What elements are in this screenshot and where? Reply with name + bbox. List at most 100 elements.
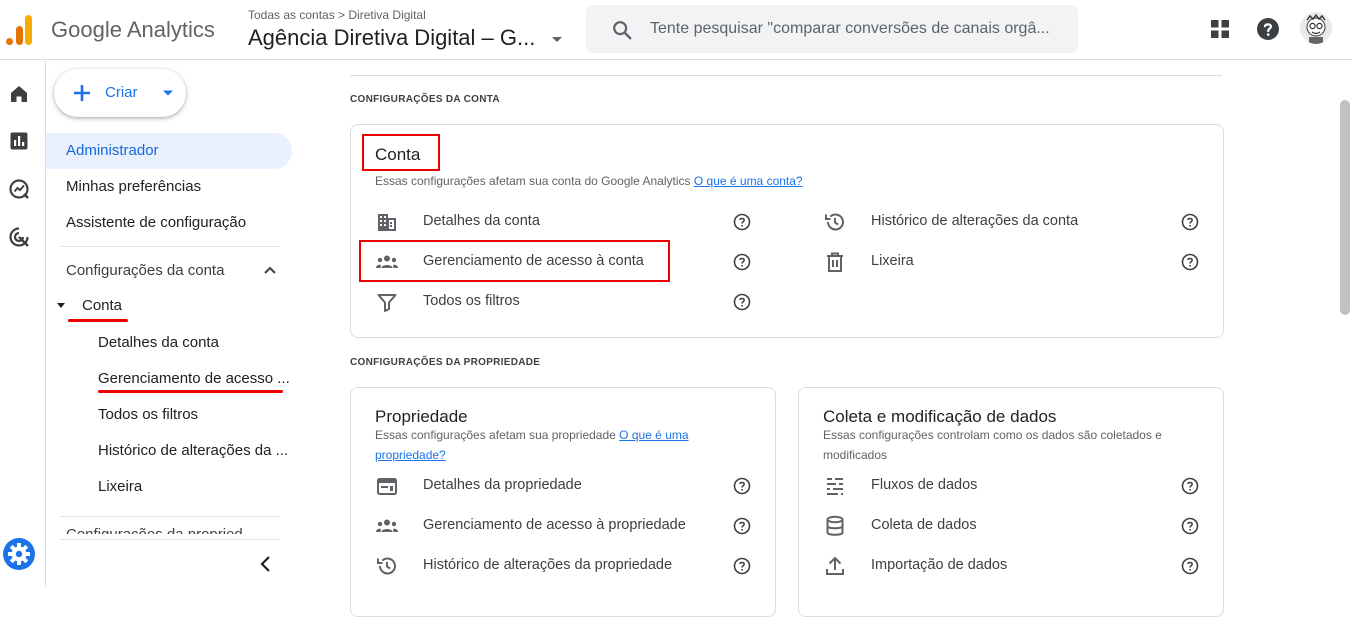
home-icon[interactable] [7,82,31,106]
data-card-title: Coleta e modificação de dados [823,407,1057,426]
account-settings-heading: CONFIGURAÇÕES DA CONTA [350,94,500,105]
red-underline-annotation [98,390,283,393]
data-streams-icon [827,478,843,495]
caret-down-icon [163,90,173,96]
history-icon [377,557,396,575]
data-collection-card: Coleta e modificação de dados Essas conf… [798,387,1224,617]
nav-account-access[interactable]: Gerenciamento de acesso ... [98,370,293,387]
search-box[interactable] [586,5,1078,53]
row-label: Gerenciamento de acesso à propriedade [423,517,686,533]
property-card: Propriedade Essas configurações afetam s… [350,387,776,617]
nav-account-details[interactable]: Detalhes da conta [98,334,293,351]
row-label: Detalhes da propriedade [423,477,582,493]
account-details-row[interactable]: Detalhes da conta [375,208,755,236]
app-name: Google Analytics [51,17,215,42]
history-icon [825,213,844,231]
search-input[interactable] [650,14,1070,44]
building-icon [378,214,396,231]
explore-icon[interactable] [7,177,31,201]
chevron-up-icon[interactable] [263,265,277,275]
help-circle-icon[interactable] [733,477,751,495]
breadcrumb[interactable]: Todas as contas > Diretiva Digital [248,8,426,22]
reports-icon[interactable] [7,129,31,153]
row-label: Fluxos de dados [871,477,978,493]
nav-admin[interactable]: Administrador [46,133,292,169]
triangle-down-icon[interactable] [57,303,65,309]
side-nav: Criar Administrador Minhas preferências … [46,61,304,586]
data-import-row[interactable]: Importação de dados [823,552,1203,580]
people-icon [376,519,398,532]
upload-icon [826,556,844,575]
what-is-property-link[interactable]: O que é uma [619,428,688,442]
property-card-icon [377,478,397,495]
help-circle-icon[interactable] [733,557,751,575]
help-circle-icon[interactable] [733,293,751,311]
advertising-icon[interactable] [7,225,31,249]
help-circle-icon[interactable] [1181,557,1199,575]
help-circle-icon[interactable] [733,213,751,231]
scrollbar-thumb[interactable] [1340,100,1350,315]
property-settings-section[interactable]: Configurações da propried [66,524,243,534]
divider [350,75,1222,76]
account-settings-section[interactable]: Configurações da conta [66,262,224,279]
apps-grid-icon[interactable] [1208,17,1232,41]
analytics-logo-icon[interactable] [6,15,32,45]
property-selector[interactable]: Agência Diretiva Digital – G... [248,25,535,51]
property-access-row[interactable]: Gerenciamento de acesso à propriedade [375,512,755,540]
create-button[interactable]: Criar [54,69,186,117]
account-card: Conta Essas configurações afetam sua con… [350,124,1224,338]
database-icon [826,515,844,536]
help-circle-icon[interactable] [1181,517,1199,535]
nav-preferences[interactable]: Minhas preferências [46,169,292,205]
what-is-property-link-cont[interactable]: propriedade? [375,448,446,462]
all-filters-row[interactable]: Todos os filtros [375,288,755,316]
property-settings-heading: CONFIGURAÇÕES DA PROPRIEDADE [350,357,541,368]
help-circle-icon[interactable] [733,517,751,535]
data-collection-row[interactable]: Coleta de dados [823,512,1203,540]
row-label: Histórico de alterações da conta [871,213,1079,229]
row-label: Coleta de dados [871,517,977,533]
top-header: Google Analytics Todas as contas > Diret… [0,0,1352,60]
nav-all-filters[interactable]: Todos os filtros [98,406,293,423]
trash-row[interactable]: Lixeira [823,248,1203,276]
plus-icon [74,85,90,101]
nav-trash[interactable]: Lixeira [98,478,293,495]
nav-setup-assistant[interactable]: Assistente de configuração [46,205,292,241]
red-box-annotation [359,240,670,282]
what-is-account-link[interactable]: O que é uma conta? [694,174,803,188]
divider [60,516,280,517]
account-change-history-row[interactable]: Histórico de alterações da conta [823,208,1203,236]
chevron-left-icon[interactable] [256,554,276,574]
nav-account-node[interactable]: Conta [82,297,122,314]
left-rail [0,61,46,586]
property-card-desc: Essas configurações afetam sua proprieda… [375,428,689,462]
property-details-row[interactable]: Detalhes da propriedade [375,472,755,500]
property-change-history-row[interactable]: Histórico de alterações da propriedade [375,552,755,580]
account-card-desc: Essas configurações afetam sua conta do … [375,174,803,188]
admin-gear-icon[interactable] [3,538,35,570]
help-icon[interactable] [1256,17,1280,41]
help-circle-icon[interactable] [1181,253,1199,271]
row-label: Lixeira [871,253,914,269]
caret-down-icon[interactable] [550,34,564,44]
red-box-annotation [362,134,440,171]
trash-icon [827,252,843,272]
row-label: Importação de dados [871,557,1008,573]
filter-icon [377,294,397,312]
help-circle-icon[interactable] [1181,477,1199,495]
divider [60,246,280,247]
property-card-title: Propriedade [375,407,468,426]
divider [60,539,280,540]
help-circle-icon[interactable] [733,253,751,271]
data-streams-row[interactable]: Fluxos de dados [823,472,1203,500]
row-label: Histórico de alterações da propriedade [423,557,673,573]
red-underline-annotation [68,319,128,322]
create-label: Criar [105,84,138,101]
data-card-desc: Essas configurações controlam como os da… [823,428,1162,462]
help-circle-icon[interactable] [1181,213,1199,231]
row-label: Todos os filtros [423,293,520,309]
avatar[interactable] [1300,12,1332,44]
row-label: Detalhes da conta [423,213,540,229]
nav-change-history[interactable]: Histórico de alterações da ... [98,442,293,459]
main-content: CONFIGURAÇÕES DA CONTA Conta Essas confi… [304,61,1334,617]
